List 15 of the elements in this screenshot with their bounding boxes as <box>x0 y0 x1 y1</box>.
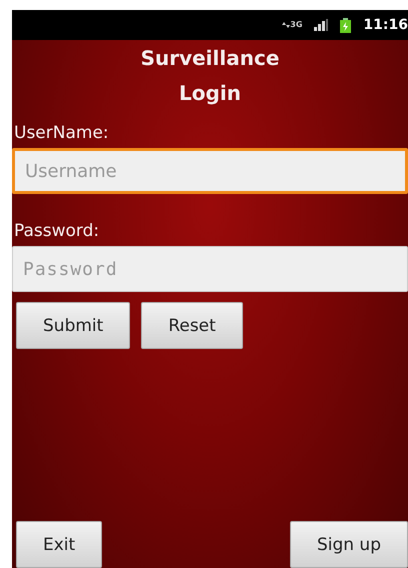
data-arrows-icon <box>282 22 290 28</box>
sign-up-button[interactable]: Sign up <box>290 521 408 568</box>
signal-icon <box>314 19 328 31</box>
field-label: UserName: <box>14 122 110 144</box>
battery-icon <box>340 18 352 32</box>
screen-title: Surveillance <box>140 45 280 72</box>
password-field[interactable]: Password <box>12 246 408 292</box>
submit-button[interactable]: Submit <box>16 302 130 349</box>
screen-title: Login <box>178 80 242 107</box>
field-label: Password: <box>14 220 100 242</box>
clock-time: 11:16 <box>363 17 408 33</box>
exit-button[interactable]: Exit <box>16 521 102 568</box>
network-type: 3G <box>290 21 302 29</box>
username-field[interactable]: Username <box>12 148 408 194</box>
reset-button[interactable]: Reset <box>141 302 243 349</box>
